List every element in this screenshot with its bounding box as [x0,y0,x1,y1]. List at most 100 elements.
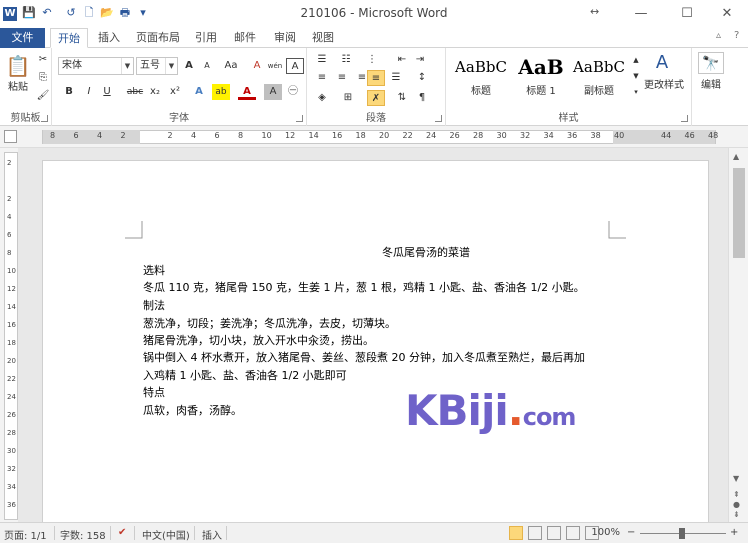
doc-line-1[interactable]: 选料 [143,262,165,278]
style-subtitle[interactable]: AaBbC 副标题 [570,52,628,104]
clear-formatting-icon[interactable]: A [248,58,266,74]
numbering-icon[interactable]: ☷ [337,52,355,68]
copy-icon[interactable]: ⎘ [34,70,52,86]
paste-button[interactable]: 粘贴 [2,80,34,96]
tab-view[interactable]: 视图 [306,28,340,48]
ruler-tick: 30 [496,131,507,140]
bold-button[interactable]: B [60,84,78,100]
format-painter-icon[interactable]: 🖌 [34,88,52,104]
word-count[interactable]: 字数: 158 [60,527,106,542]
decrease-indent-icon[interactable]: ⇤ [393,52,411,68]
page-count[interactable]: 页面: 1/1 [4,527,47,542]
align-center-icon[interactable]: ≡ [333,70,351,86]
style-heading-1[interactable]: AaB 标题 1 [512,52,570,104]
ruler-tick: 20 [379,131,390,140]
previous-page-icon[interactable]: ⇞ [733,490,740,499]
doc-line-2[interactable]: 冬瓜 110 克，猪尾骨 150 克，生姜 1 片，葱 1 根，鸡精 1 小匙、… [143,279,585,295]
italic-button[interactable]: I [80,84,98,100]
font-size-combo[interactable]: 五号 ▼ [136,57,178,75]
horizontal-ruler[interactable]: 8 6 4 2 2 4 6 8 10 12 14 16 18 20 22 24 26 28 30 32 34 36 38 40… [0,126,748,148]
line-spacing-icon[interactable]: ↕ [413,70,431,86]
increase-indent-icon[interactable]: ⇥ [411,52,429,68]
zoom-slider-knob[interactable] [679,528,685,539]
sort-icon[interactable]: ⇅ [393,90,411,106]
styles-scroll-up-icon[interactable]: ▲ [630,52,642,68]
character-border-icon[interactable]: A [286,58,304,74]
style-title[interactable]: AaBbC 标题 [452,52,510,104]
borders-icon[interactable]: ⊞ [339,90,357,106]
proofing-icon[interactable]: ✔ [118,527,126,538]
enclose-characters-icon[interactable]: ㊀ [284,84,302,100]
ribbon-collapse-icon[interactable]: ▵ [716,30,721,41]
tab-selector-icon[interactable] [4,130,17,143]
subscript-button[interactable]: x₂ [146,84,164,100]
clipboard-launcher-icon[interactable] [41,115,48,122]
distributed-icon[interactable]: ☰ [387,70,405,86]
chinese-layout-icon[interactable]: ✗ [367,90,385,106]
change-case-icon[interactable]: Aa [220,58,242,74]
shading-icon[interactable]: ◈ [313,90,331,106]
zoom-out-button[interactable]: − [627,527,635,538]
language[interactable]: 中文(中国) [142,527,190,542]
vertical-ruler[interactable]: 2 2 4 6 8 10 12 14 16 18 20 22 24 26 28 30 32 34 36 [4,152,18,520]
minimize-button[interactable]: — [618,0,664,28]
strikethrough-button[interactable]: abc [124,84,146,100]
font-launcher-icon[interactable] [296,115,303,122]
multilevel-list-icon[interactable]: ⋮ [363,52,381,68]
align-left-icon[interactable]: ≡ [313,70,331,86]
help-icon[interactable]: ? [734,30,739,41]
tab-references[interactable]: 引用 [190,28,222,48]
document-page[interactable]: 冬瓜尾骨汤的菜谱 选料 冬瓜 110 克，猪尾骨 150 克，生姜 1 片，葱 … [42,160,709,522]
justify-icon[interactable]: ≡ [367,70,385,86]
doc-line-4[interactable]: 葱洗净，切段；姜洗净；冬瓜洗净，去皮，切薄块。 [143,315,396,331]
tab-insert[interactable]: 插入 [92,28,126,48]
tab-page-layout[interactable]: 页面布局 [132,28,184,48]
browse-object-icon[interactable]: ● [733,500,740,509]
font-color-icon[interactable]: A [238,84,256,100]
vertical-scrollbar[interactable]: ▲ ▼ ⇞ ● ⇟ [728,148,748,522]
web-layout-view-icon[interactable] [547,526,561,540]
print-layout-view-icon[interactable] [509,526,523,540]
character-shading-icon[interactable]: A [264,84,282,100]
doc-line-7[interactable]: 入鸡精 1 小匙、盐、香油各 1/2 小匙即可 [143,367,347,383]
scroll-down-icon[interactable]: ▼ [733,474,739,483]
grow-font-icon[interactable]: A [180,58,198,74]
doc-line-8[interactable]: 特点 [143,384,165,400]
close-button[interactable]: ✕ [704,0,748,28]
phonetic-guide-icon[interactable]: wén [266,58,284,74]
change-styles-button[interactable]: 更改样式 [640,78,688,94]
paragraph-launcher-icon[interactable] [435,115,442,122]
tab-file[interactable]: 文件 [0,28,45,48]
outline-view-icon[interactable] [566,526,580,540]
zoom-in-button[interactable]: + [730,527,738,538]
scroll-thumb[interactable] [733,168,745,258]
highlight-icon[interactable]: ab [212,84,230,100]
shrink-font-icon[interactable]: A [198,58,216,74]
vruler-tick: 10 [7,267,16,275]
full-screen-view-icon[interactable] [528,526,542,540]
doc-line-3[interactable]: 制法 [143,297,165,313]
next-page-icon[interactable]: ⇟ [733,510,740,519]
zoom-level[interactable]: 100% [590,527,620,538]
doc-line-9[interactable]: 瓜软，肉香，汤醇。 [143,402,242,418]
document-title[interactable]: 冬瓜尾骨汤的菜谱 [143,244,709,260]
tab-review[interactable]: 审阅 [268,28,302,48]
tab-mailings[interactable]: 邮件 [228,28,262,48]
change-styles-icon[interactable]: A [648,52,676,74]
insert-mode[interactable]: 插入 [202,527,222,542]
editing-button[interactable]: 编辑 [694,78,728,94]
find-binoculars-icon[interactable]: 🔭 [698,52,724,74]
show-marks-icon[interactable]: ¶ [413,90,431,106]
cut-icon[interactable]: ✂ [34,52,52,68]
underline-button[interactable]: U [98,84,116,100]
bullets-icon[interactable]: ☰ [313,52,331,68]
doc-line-5[interactable]: 猪尾骨洗净，切小块，放入开水中汆烫，捞出。 [143,332,374,348]
scroll-up-icon[interactable]: ▲ [733,152,739,161]
text-effects-icon[interactable]: A [190,84,208,100]
document-area[interactable]: 冬瓜尾骨汤的菜谱 选料 冬瓜 110 克，猪尾骨 150 克，生姜 1 片，葱 … [18,148,728,522]
doc-line-6[interactable]: 锅中倒入 4 杯水煮开，放入猪尾骨、姜丝、葱段煮 20 分钟，加入冬瓜煮至熟烂，… [143,349,585,365]
styles-launcher-icon[interactable] [681,115,688,122]
superscript-button[interactable]: x² [166,84,184,100]
font-name-combo[interactable]: 宋体 ▼ [58,57,134,75]
tab-home[interactable]: 开始 [50,28,88,48]
